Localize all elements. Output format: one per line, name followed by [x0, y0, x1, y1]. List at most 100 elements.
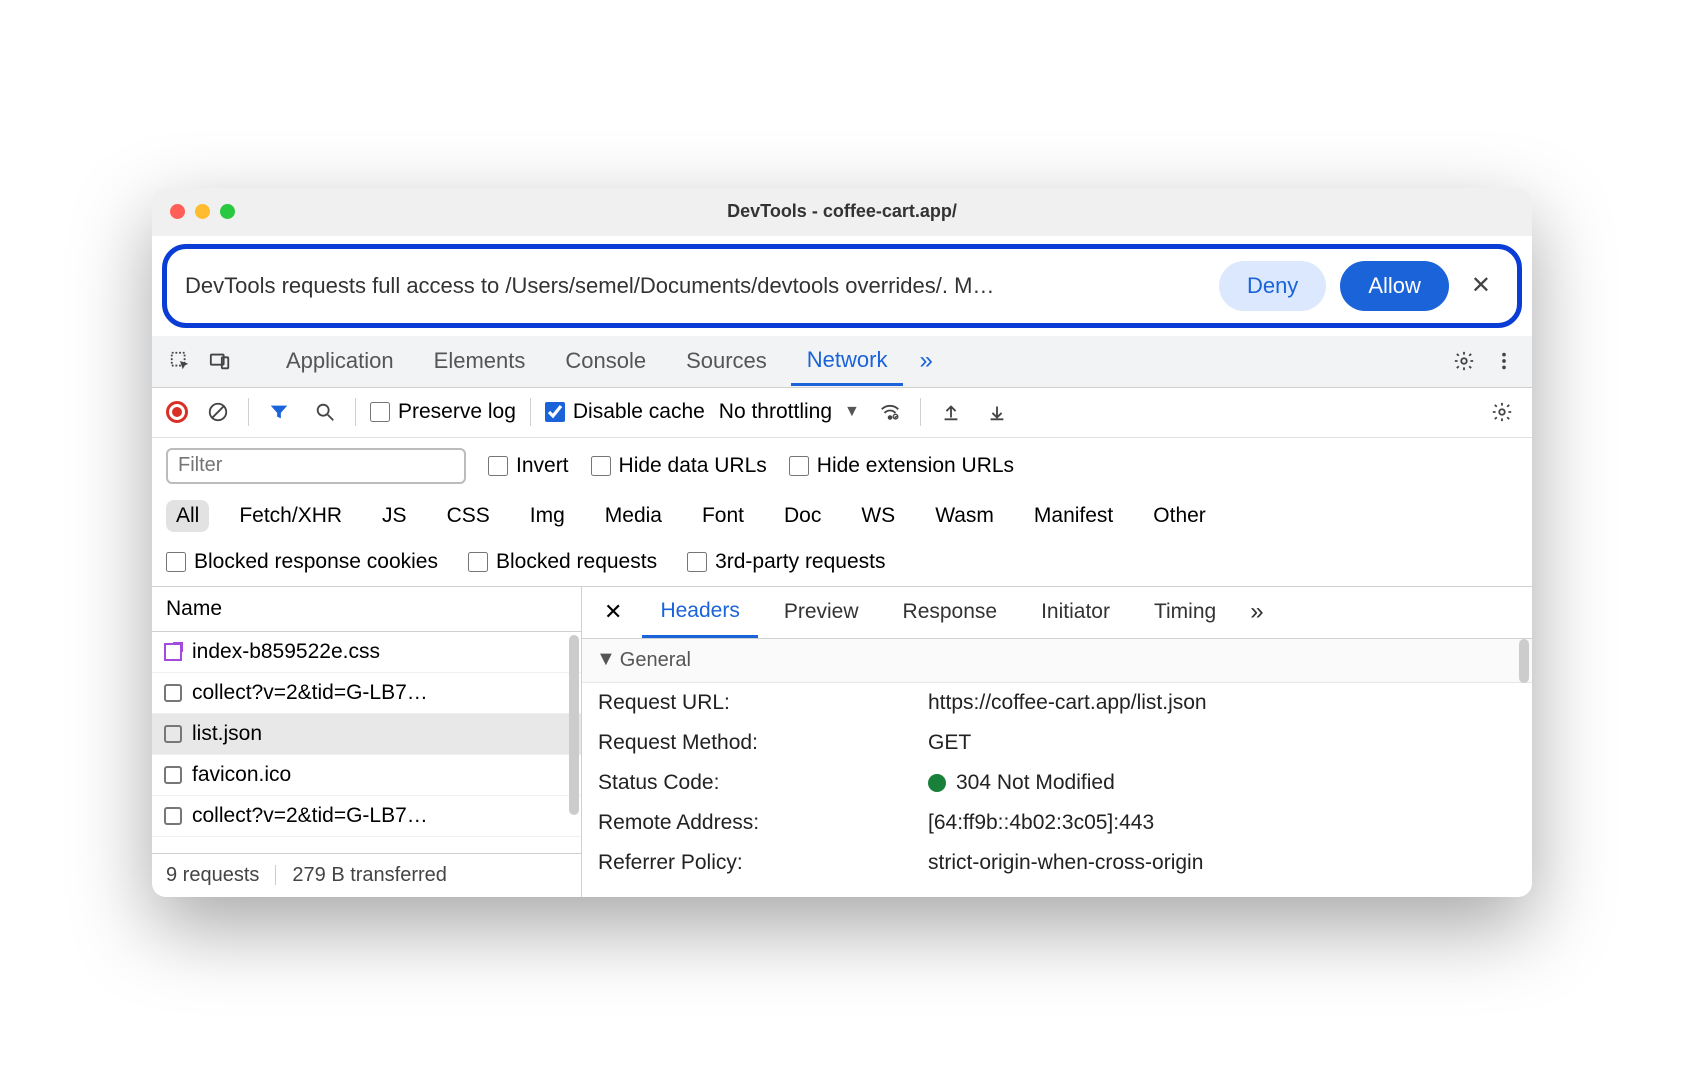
tab-application[interactable]: Application [270, 338, 410, 384]
blocked-cookies-label: Blocked response cookies [194, 550, 438, 574]
list-item[interactable]: favicon.ico [152, 755, 581, 796]
third-party-checkbox[interactable]: 3rd-party requests [687, 550, 885, 574]
kebab-menu-icon[interactable] [1488, 345, 1520, 377]
type-all[interactable]: All [166, 500, 209, 532]
upload-har-icon[interactable] [935, 396, 967, 428]
scrollbar[interactable] [569, 635, 579, 815]
type-doc[interactable]: Doc [774, 500, 831, 532]
devtools-window: DevTools - coffee-cart.app/ DevTools req… [152, 188, 1532, 897]
tab-preview[interactable]: Preview [766, 588, 877, 636]
stylesheet-icon [164, 643, 182, 661]
hide-data-urls-checkbox[interactable]: Hide data URLs [591, 454, 767, 478]
settings-icon[interactable] [1448, 345, 1480, 377]
resource-type-filters: All Fetch/XHR JS CSS Img Media Font Doc … [152, 494, 1532, 542]
kv-value: https://coffee-cart.app/list.json [928, 691, 1516, 715]
type-wasm[interactable]: Wasm [925, 500, 1004, 532]
list-item[interactable]: index-b859522e.css [152, 632, 581, 673]
zoom-window-icon[interactable] [220, 204, 235, 219]
filter-input[interactable] [166, 448, 466, 484]
list-item[interactable]: list.json [152, 714, 581, 755]
download-har-icon[interactable] [981, 396, 1013, 428]
tab-headers[interactable]: Headers [642, 587, 757, 638]
minimize-window-icon[interactable] [195, 204, 210, 219]
requests-count: 9 requests [166, 864, 259, 887]
column-header-name[interactable]: Name [152, 587, 581, 632]
list-item-label: collect?v=2&tid=G-LB7… [192, 804, 428, 828]
type-font[interactable]: Font [692, 500, 754, 532]
section-general[interactable]: ▼General [582, 639, 1532, 683]
third-party-label: 3rd-party requests [715, 550, 885, 574]
hide-data-urls-label: Hide data URLs [619, 454, 767, 478]
blocked-cookies-checkbox[interactable]: Blocked response cookies [166, 550, 438, 574]
blocked-requests-checkbox[interactable]: Blocked requests [468, 550, 657, 574]
close-detail-icon[interactable]: ✕ [592, 589, 634, 635]
request-list: Name index-b859522e.css collect?v=2&tid=… [152, 587, 582, 897]
list-item[interactable]: collect?v=2&tid=G-LB7… [152, 796, 581, 837]
kv-value: [64:ff9b::4b02:3c05]:443 [928, 811, 1516, 835]
type-manifest[interactable]: Manifest [1024, 500, 1123, 532]
type-js[interactable]: JS [372, 500, 417, 532]
main-panel-tabs: Application Elements Console Sources Net… [152, 336, 1532, 388]
network-content: Name index-b859522e.css collect?v=2&tid=… [152, 587, 1532, 897]
invert-label: Invert [516, 454, 569, 478]
blocked-requests-label: Blocked requests [496, 550, 657, 574]
file-icon [164, 807, 182, 825]
invert-checkbox[interactable]: Invert [488, 454, 569, 478]
request-detail: ✕ Headers Preview Response Initiator Tim… [582, 587, 1532, 897]
tab-network[interactable]: Network [791, 337, 904, 386]
clear-icon[interactable] [202, 396, 234, 428]
traffic-lights [170, 204, 235, 219]
type-ws[interactable]: WS [851, 500, 905, 532]
tab-console[interactable]: Console [549, 338, 662, 384]
list-item-label: list.json [192, 722, 262, 746]
kv-key: Request URL: [598, 691, 928, 715]
close-icon[interactable]: ✕ [1463, 271, 1499, 300]
device-toggle-icon[interactable] [204, 345, 236, 377]
deny-button[interactable]: Deny [1219, 261, 1326, 311]
more-detail-tabs-icon[interactable]: » [1242, 598, 1271, 626]
file-icon [164, 684, 182, 702]
type-media[interactable]: Media [595, 500, 672, 532]
allow-button[interactable]: Allow [1340, 261, 1449, 311]
tab-response[interactable]: Response [885, 588, 1016, 636]
preserve-log-checkbox[interactable]: Preserve log [370, 400, 516, 424]
tab-sources[interactable]: Sources [670, 338, 783, 384]
section-title: General [620, 649, 691, 671]
throttling-select[interactable]: No throttling ▼ [719, 400, 860, 424]
type-img[interactable]: Img [520, 500, 575, 532]
titlebar: DevTools - coffee-cart.app/ [152, 188, 1532, 236]
disable-cache-checkbox[interactable]: Disable cache [545, 400, 705, 424]
network-conditions-icon[interactable] [874, 396, 906, 428]
search-icon[interactable] [309, 396, 341, 428]
filter-icon[interactable] [263, 396, 295, 428]
file-icon [164, 766, 182, 784]
type-css[interactable]: CSS [437, 500, 500, 532]
network-settings-icon[interactable] [1486, 396, 1518, 428]
tab-initiator[interactable]: Initiator [1023, 588, 1128, 636]
filter-row: Invert Hide data URLs Hide extension URL… [152, 438, 1532, 494]
kv-value: 304 Not Modified [956, 771, 1115, 795]
kv-key: Remote Address: [598, 811, 928, 835]
inspect-icon[interactable] [164, 345, 196, 377]
tab-timing[interactable]: Timing [1136, 588, 1234, 636]
kv-value: GET [928, 731, 1516, 755]
record-button[interactable] [166, 401, 188, 423]
file-icon [164, 725, 182, 743]
transferred-size: 279 B transferred [292, 864, 447, 887]
tab-elements[interactable]: Elements [418, 338, 542, 384]
list-item[interactable]: collect?v=2&tid=G-LB7… [152, 673, 581, 714]
throttling-value: No throttling [719, 400, 832, 424]
preserve-log-label: Preserve log [398, 400, 516, 424]
type-other[interactable]: Other [1143, 500, 1216, 532]
type-fetch-xhr[interactable]: Fetch/XHR [229, 500, 352, 532]
kv-value: strict-origin-when-cross-origin [928, 851, 1516, 875]
kv-request-url: Request URL:https://coffee-cart.app/list… [582, 683, 1532, 723]
hide-extension-urls-checkbox[interactable]: Hide extension URLs [789, 454, 1014, 478]
scrollbar[interactable] [1519, 639, 1529, 683]
kv-key: Referrer Policy: [598, 851, 928, 875]
close-window-icon[interactable] [170, 204, 185, 219]
kv-status-code: Status Code:304 Not Modified [582, 763, 1532, 803]
list-item-label: favicon.ico [192, 763, 291, 787]
kv-referrer-policy: Referrer Policy:strict-origin-when-cross… [582, 843, 1532, 883]
more-panels-icon[interactable]: » [911, 347, 940, 375]
